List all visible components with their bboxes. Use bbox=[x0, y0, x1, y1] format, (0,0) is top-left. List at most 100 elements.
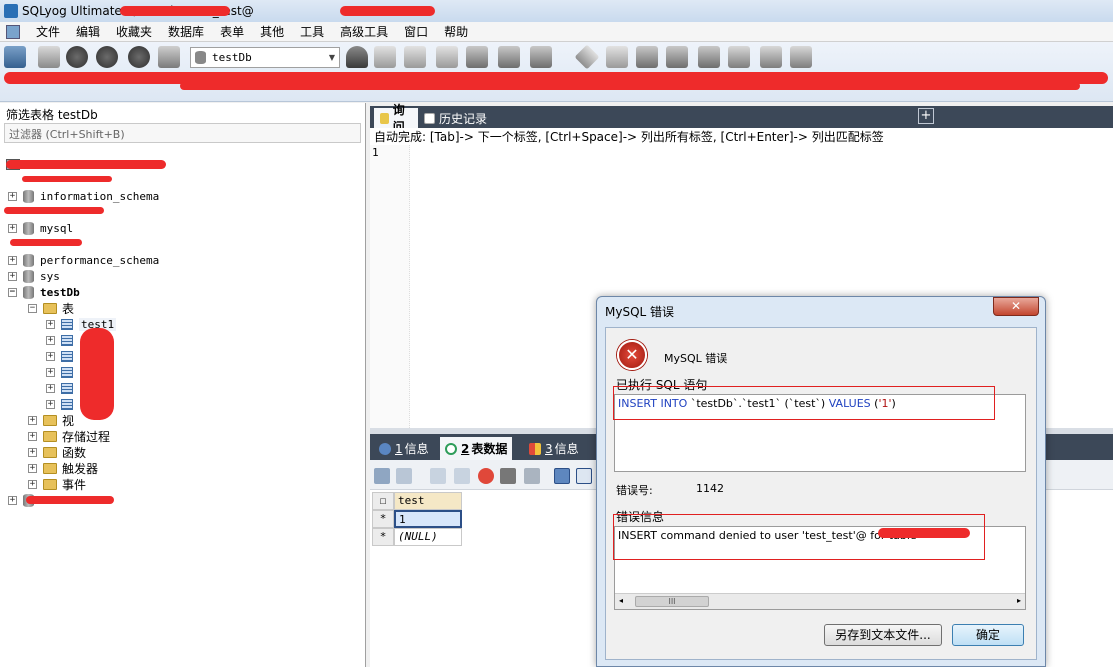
tree-table[interactable]: + bbox=[46, 380, 79, 396]
grid-cell[interactable]: 1 bbox=[394, 510, 462, 528]
grid-mode-icon[interactable] bbox=[554, 468, 570, 484]
tab-number: 1 bbox=[395, 441, 403, 456]
expand-icon[interactable]: + bbox=[46, 383, 55, 393]
tree-db-testdb[interactable]: − testDb bbox=[8, 284, 80, 300]
system-menu-icon[interactable] bbox=[6, 24, 20, 39]
collapse-icon[interactable]: − bbox=[28, 303, 37, 313]
duplicate-row-icon[interactable] bbox=[454, 468, 470, 484]
database-select[interactable]: testDb ▼ bbox=[190, 47, 340, 68]
menu-favorites[interactable]: 收藏夹 bbox=[108, 23, 160, 40]
export-icon[interactable] bbox=[396, 468, 412, 484]
execute-query-icon[interactable] bbox=[66, 46, 88, 68]
chevron-down-icon[interactable]: ▼ bbox=[325, 53, 339, 62]
tree-db-performance-schema[interactable]: + performance_schema bbox=[8, 252, 159, 268]
menu-help[interactable]: 帮助 bbox=[436, 23, 476, 40]
collapse-icon[interactable]: − bbox=[8, 287, 17, 297]
grid-cell[interactable]: (NULL) bbox=[394, 528, 462, 546]
menu-others[interactable]: 其他 bbox=[252, 23, 292, 40]
expand-icon[interactable]: + bbox=[28, 447, 37, 457]
tree-folder-functions[interactable]: + 函数 bbox=[28, 444, 86, 460]
expand-icon[interactable]: + bbox=[46, 319, 55, 329]
tree-db-information-schema[interactable]: + information_schema bbox=[8, 188, 159, 204]
cancel-changes-icon[interactable] bbox=[524, 468, 540, 484]
menu-edit[interactable]: 编辑 bbox=[68, 23, 108, 40]
backup-database-icon[interactable] bbox=[404, 46, 426, 68]
expand-icon[interactable]: + bbox=[28, 463, 37, 473]
tree-folder-triggers[interactable]: + 触发器 bbox=[28, 460, 98, 476]
scroll-right-icon[interactable]: ▸ bbox=[1017, 596, 1021, 605]
tab-history[interactable]: 历史记录 bbox=[418, 108, 512, 128]
tab-info[interactable]: 3 信息 bbox=[524, 437, 584, 460]
create-database-icon[interactable] bbox=[374, 46, 396, 68]
tree-table[interactable]: + bbox=[46, 396, 79, 412]
connect-icon[interactable] bbox=[4, 46, 26, 68]
execute-all-icon[interactable] bbox=[96, 46, 118, 68]
column-header-test[interactable]: test bbox=[394, 492, 462, 510]
scroll-left-icon[interactable]: ◂ bbox=[619, 596, 623, 605]
insert-row-icon[interactable] bbox=[430, 468, 446, 484]
import-icon[interactable] bbox=[574, 44, 600, 70]
notification-icon[interactable] bbox=[728, 46, 750, 68]
tree-db-sys[interactable]: + sys bbox=[8, 268, 60, 284]
user-manager-icon[interactable] bbox=[346, 46, 368, 68]
scroll-thumb[interactable]: III bbox=[635, 596, 709, 607]
tree-table[interactable]: + bbox=[46, 364, 79, 380]
expand-icon[interactable]: + bbox=[28, 415, 37, 425]
menu-table[interactable]: 表单 bbox=[212, 23, 252, 40]
select-all-checkbox[interactable]: ☐ bbox=[372, 492, 394, 510]
copy-database-icon[interactable] bbox=[606, 46, 628, 68]
new-connection-icon[interactable] bbox=[38, 46, 60, 68]
menu-window[interactable]: 窗口 bbox=[396, 23, 436, 40]
row-marker[interactable]: * bbox=[372, 528, 394, 546]
expand-icon[interactable]: + bbox=[28, 431, 37, 441]
expand-icon[interactable]: + bbox=[46, 367, 55, 377]
ok-button[interactable]: 确定 bbox=[952, 624, 1024, 646]
sync-icon[interactable] bbox=[636, 46, 658, 68]
tab-query[interactable]: 询问 bbox=[374, 103, 418, 134]
table-data-icon[interactable] bbox=[466, 46, 488, 68]
expand-icon[interactable]: + bbox=[8, 495, 17, 505]
schema-designer-icon[interactable] bbox=[498, 46, 520, 68]
save-to-text-button[interactable]: 另存到文本文件... bbox=[824, 624, 942, 646]
expand-icon[interactable]: + bbox=[8, 255, 17, 265]
tree-db-mysql[interactable]: + mysql bbox=[8, 220, 73, 236]
query-builder-icon[interactable] bbox=[530, 46, 552, 68]
expand-icon[interactable]: + bbox=[46, 351, 55, 361]
menu-tools[interactable]: 工具 bbox=[292, 23, 332, 40]
monitor-icon[interactable] bbox=[760, 46, 782, 68]
form-mode-icon[interactable] bbox=[576, 468, 592, 484]
close-button[interactable]: ✕ bbox=[993, 297, 1039, 316]
grid-view-icon[interactable] bbox=[374, 468, 390, 484]
tree-folder-tables[interactable]: − 表 bbox=[28, 300, 74, 316]
add-tab-button[interactable]: + bbox=[918, 108, 934, 124]
expand-icon[interactable]: + bbox=[8, 271, 17, 281]
tree-folder-events[interactable]: + 事件 bbox=[28, 476, 86, 492]
expand-icon[interactable]: + bbox=[28, 479, 37, 489]
tree-folder-views[interactable]: + 视 bbox=[28, 412, 74, 428]
menu-database[interactable]: 数据库 bbox=[160, 23, 212, 40]
horizontal-scrollbar[interactable]: ◂ III ▸ bbox=[615, 593, 1025, 609]
expand-icon[interactable]: + bbox=[8, 223, 17, 233]
tab-table-data[interactable]: 2 表数据 bbox=[440, 437, 513, 460]
expand-icon[interactable]: + bbox=[8, 191, 17, 201]
data-sync-icon[interactable] bbox=[666, 46, 688, 68]
menu-advanced-tools[interactable]: 高级工具 bbox=[332, 23, 396, 40]
schema-compare-icon[interactable] bbox=[790, 46, 812, 68]
expand-icon[interactable]: + bbox=[46, 399, 55, 409]
delete-row-icon[interactable] bbox=[478, 468, 494, 484]
expand-icon[interactable]: + bbox=[46, 335, 55, 345]
menu-file[interactable]: 文件 bbox=[28, 23, 68, 40]
tree-table[interactable]: + bbox=[46, 348, 79, 364]
trash-icon[interactable] bbox=[500, 468, 516, 484]
row-marker[interactable]: * bbox=[372, 510, 394, 528]
scheduled-job-icon[interactable] bbox=[698, 46, 720, 68]
filter-input[interactable]: 过滤器 (Ctrl+Shift+B) bbox=[4, 123, 361, 143]
tree-table[interactable]: + bbox=[46, 332, 79, 348]
tab-messages[interactable]: 1 信息 bbox=[374, 437, 434, 460]
highlight-frame bbox=[613, 514, 985, 560]
restore-database-icon[interactable] bbox=[436, 46, 458, 68]
info-chart-icon bbox=[529, 442, 541, 455]
stop-query-icon[interactable] bbox=[128, 46, 150, 68]
tree-folder-procedures[interactable]: + 存储过程 bbox=[28, 428, 110, 444]
refresh-icon[interactable] bbox=[158, 46, 180, 68]
